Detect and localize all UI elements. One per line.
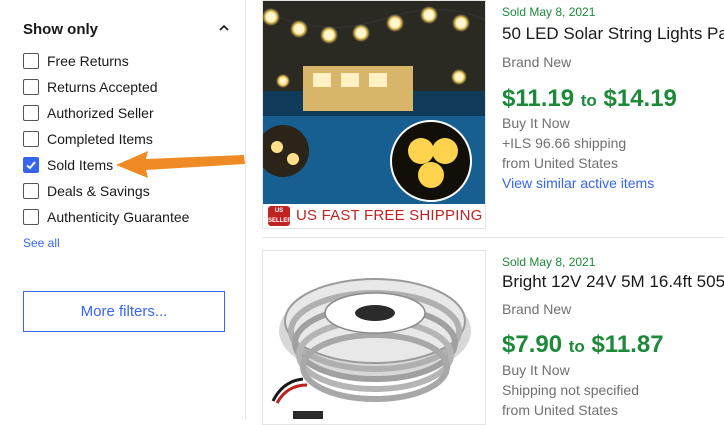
price-range: $7.90 to $11.87 xyxy=(502,331,664,359)
listing-title-link[interactable]: 50 LED Solar String Lights Pa xyxy=(502,24,724,44)
filter-authenticity-guarantee[interactable]: Authenticity Guarantee xyxy=(23,208,233,228)
checkmark-icon xyxy=(26,161,36,170)
listing-image-2[interactable] xyxy=(262,250,486,425)
checkbox[interactable] xyxy=(23,53,39,69)
filter-label: Authenticity Guarantee xyxy=(47,209,190,225)
chevron-up-icon[interactable] xyxy=(219,23,229,33)
item-condition: Brand New xyxy=(502,301,572,317)
sold-date: Sold May 8, 2021 xyxy=(502,5,596,19)
listing-divider xyxy=(262,237,724,238)
view-similar-link[interactable]: View similar active items xyxy=(502,175,654,191)
checkbox[interactable] xyxy=(23,79,39,95)
solar-lights-photo xyxy=(263,1,485,205)
listing-item-2: Sold May 8, 2021 Bright 12V 24V 5M 16.4f… xyxy=(262,250,724,425)
shipping-banner-text: US FAST FREE SHIPPING xyxy=(296,207,483,224)
filter-completed-items[interactable]: Completed Items xyxy=(23,130,233,150)
show-only-title: Show only xyxy=(23,21,98,38)
price-high: $11.87 xyxy=(591,331,664,358)
checkbox[interactable] xyxy=(23,183,39,199)
price-low: $11.19 xyxy=(502,85,575,112)
item-location: from United States xyxy=(502,155,618,171)
filter-free-returns[interactable]: Free Returns xyxy=(23,52,233,72)
price-separator: to xyxy=(580,91,597,110)
listing-title-link[interactable]: Bright 12V 24V 5M 16.4ft 5050 xyxy=(502,272,724,292)
filter-returns-accepted[interactable]: Returns Accepted xyxy=(23,78,233,98)
badge-text: US xyxy=(274,208,284,214)
filter-label: Authorized Seller xyxy=(47,105,154,121)
shipping-cost: +ILS 96.66 shipping xyxy=(502,135,627,151)
price-separator: to xyxy=(568,337,585,356)
led-strip-photo xyxy=(263,251,485,424)
filter-sold-items[interactable]: Sold Items xyxy=(23,156,233,176)
checkbox-checked[interactable] xyxy=(23,157,39,173)
badge-text: SELLER xyxy=(268,218,292,224)
checkbox[interactable] xyxy=(23,209,39,225)
listing-image-1[interactable]: US SELLER US FAST FREE SHIPPING xyxy=(262,0,486,229)
buy-format: Buy It Now xyxy=(502,115,570,131)
filter-sidebar: Show only Free Returns Returns Accepted … xyxy=(0,0,246,420)
checkbox[interactable] xyxy=(23,131,39,147)
more-filters-button[interactable]: More filters... xyxy=(23,291,225,332)
filter-label: Deals & Savings xyxy=(47,183,150,199)
price-range: $11.19 to $14.19 xyxy=(502,85,677,113)
filter-deals-savings[interactable]: Deals & Savings xyxy=(23,182,233,202)
us-seller-badge: US SELLER xyxy=(268,206,292,226)
checkbox[interactable] xyxy=(23,105,39,121)
filter-label: Completed Items xyxy=(47,131,153,147)
see-all-link[interactable]: See all xyxy=(23,236,60,250)
price-low: $7.90 xyxy=(502,331,563,358)
shipping-banner: US SELLER US FAST FREE SHIPPING xyxy=(263,204,485,228)
shipping-cost: Shipping not specified xyxy=(502,382,639,398)
filter-label: Sold Items xyxy=(47,157,114,173)
sold-date: Sold May 8, 2021 xyxy=(502,255,596,269)
filter-label: Returns Accepted xyxy=(47,79,158,95)
item-location: from United States xyxy=(502,402,618,418)
listing-item-1: US SELLER US FAST FREE SHIPPING Sold May… xyxy=(262,0,724,237)
show-only-header[interactable]: Show only xyxy=(23,21,233,39)
item-condition: Brand New xyxy=(502,54,572,70)
price-high: $14.19 xyxy=(603,85,677,112)
buy-format: Buy It Now xyxy=(502,362,570,378)
filter-authorized-seller[interactable]: Authorized Seller xyxy=(23,104,233,124)
filter-label: Free Returns xyxy=(47,53,129,69)
